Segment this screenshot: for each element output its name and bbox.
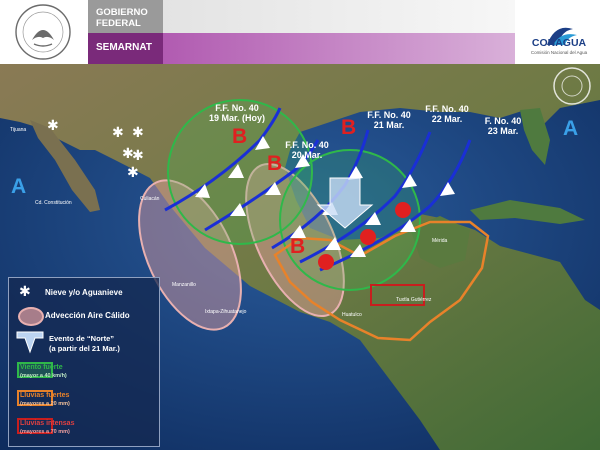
front-label-19-line1: F.F. No. 40: [215, 103, 259, 113]
front-label-22-line1: F.F. No. 40: [425, 104, 469, 114]
header-grey-fill: [163, 0, 515, 33]
snow-icon: ✱: [127, 164, 139, 180]
snow-icon: ✱: [132, 124, 144, 140]
low-pressure-4: B: [290, 235, 306, 258]
city-label-merida: Mérida: [432, 238, 448, 244]
city-label-ixtapa: Ixtapa-Zihuatanejo: [205, 309, 247, 315]
legend-norte-line2: (a partir del 21 Mar.): [49, 344, 120, 353]
warm-front-bulge: [360, 229, 376, 245]
front-label-19-line2: 19 Mar. (Hoy): [208, 113, 266, 123]
city-label-tuxtla: Tuxtla Gutiérrez: [396, 297, 432, 303]
warm-front-bulge: [318, 254, 334, 270]
snow-legend-icon: ✱: [19, 283, 31, 299]
front-label-19: F.F. No. 40 19 Mar. (Hoy): [197, 103, 277, 123]
warm-front-bulge: [395, 202, 411, 218]
city-label-cd-constitucion: Cd. Constitución: [35, 200, 72, 206]
front-label-23-line2: 23 Mar.: [487, 126, 519, 136]
snow-icon: ✱: [47, 117, 59, 133]
front-label-20: F.F. No. 40 20 Mar.: [272, 140, 342, 160]
legend-wind-sub: (mayor a 40 km/h): [20, 373, 67, 379]
header-purple-fill: [163, 33, 515, 64]
header-banner: GOBIERNO FEDERAL SEMARNAT CONAGUA Comisi…: [0, 0, 600, 64]
snow-icon: ✱: [132, 147, 144, 163]
warm-air-legend-icon: [18, 307, 44, 326]
city-label-huatulco: Huatulco: [342, 312, 362, 318]
legend-rain-sub: (mayores a 20 mm): [20, 401, 70, 407]
norte-legend-arrow-icon: [16, 331, 44, 354]
city-label-tijuana: Tijuana: [10, 127, 27, 133]
weather-forecast-map-page: GOBIERNO FEDERAL SEMARNAT CONAGUA Comisi…: [0, 0, 600, 450]
legend-rain-title: Lluvias fuertes: [20, 392, 70, 399]
legend-snow: Nieve y/o Aguanieve: [45, 288, 123, 297]
conagua-label: CONAGUA: [531, 37, 587, 49]
low-pressure-1: B: [232, 125, 248, 148]
conagua-subtitle: Comisión Nacional del Agua: [530, 50, 588, 55]
high-pressure-east: A: [563, 117, 579, 140]
city-label-manzanillo: Manzanillo: [172, 282, 196, 288]
front-label-20-line2: 20 Mar.: [291, 150, 323, 160]
legend-intense-title: Lluvias intensas: [20, 420, 75, 427]
map-legend: ✱ Nieve y/o Aguanieve Advección Aire Cál…: [8, 277, 160, 447]
legend-warm-air: Advección Aire Cálido: [45, 311, 130, 320]
semarnat-label: SEMARNAT: [96, 42, 152, 53]
gobierno-federal-line1: GOBIERNO: [96, 7, 148, 18]
legend-norte-line1: Evento de “Norte”: [49, 334, 115, 343]
legend-intense-sub: (mayores a 70 mm): [20, 429, 70, 435]
legend-wind-title: Viento fuerte: [20, 364, 63, 371]
city-label-culiacan: Culiacán: [140, 196, 160, 202]
snow-icon: ✱: [112, 124, 124, 140]
high-pressure-west: A: [11, 175, 27, 198]
front-label-23-line1: F. No. 40: [484, 116, 522, 126]
front-label-20-line1: F.F. No. 40: [285, 140, 329, 150]
front-label-23: F. No. 40 23 Mar.: [468, 116, 538, 136]
gobierno-federal-line2: FEDERAL: [96, 18, 141, 29]
mexican-coat-of-arms-icon: [15, 4, 71, 60]
